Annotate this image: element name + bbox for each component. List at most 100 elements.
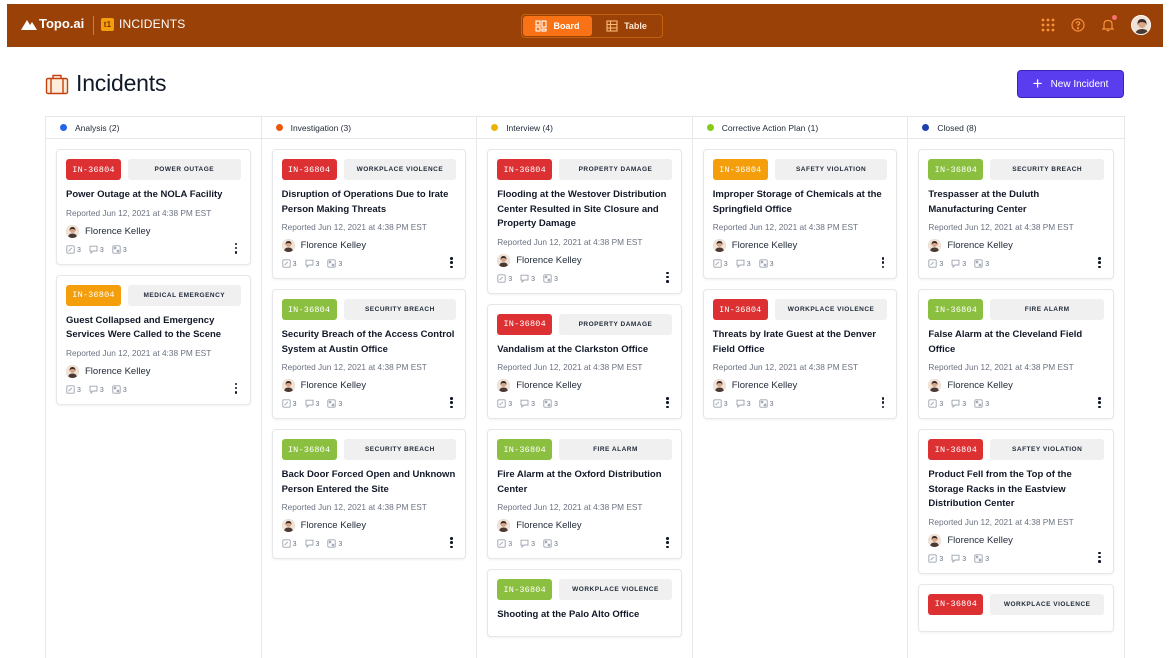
column-header[interactable]: Interview (4) — [477, 117, 692, 139]
incident-card[interactable]: IN-36804 FIRE ALARM False Alarm at the Cle… — [918, 289, 1114, 419]
attachment-count: 3 — [497, 399, 512, 410]
incident-card[interactable]: IN-36804 WORKPLACE VIOLENCE Threats by Ira… — [702, 289, 898, 419]
task-icon — [543, 539, 552, 550]
more-options-icon[interactable] — [450, 257, 453, 268]
assignee[interactable]: Florence Kelley — [281, 379, 457, 392]
table-view-button[interactable]: Table — [592, 16, 661, 36]
assignee-name: Florence Kelley — [731, 240, 798, 251]
more-options-icon[interactable] — [234, 382, 238, 394]
incident-title[interactable]: Trespasser at the Duluth Manufacturing C… — [928, 188, 1104, 217]
reported-date: Reported Jun 12, 2021 at 4:38 PM EST — [281, 502, 427, 512]
incident-card[interactable]: IN-36804 WORKPLACE VIOLENCE Shooting at th… — [487, 569, 682, 637]
incident-card[interactable]: IN-36804 SECURITY BREACH Trespasser at the… — [918, 149, 1114, 279]
comment-count-value: 3 — [99, 246, 104, 254]
brand-logo[interactable]: Topo.ai — [21, 16, 84, 31]
incident-title[interactable]: Power Outage at the NOLA Facility — [66, 188, 241, 203]
apps-grid-icon[interactable] — [1041, 18, 1055, 32]
incident-title[interactable]: Vandalism at the Clarkston Office — [497, 343, 672, 358]
incident-title[interactable]: Guest Collapsed and Emergency Services W… — [66, 314, 241, 343]
comment-count-value: 3 — [962, 401, 967, 408]
assignee[interactable]: Florence Kelley — [66, 364, 241, 378]
column-header[interactable]: Corrective Action Plan (1) — [692, 117, 908, 139]
assignee[interactable]: Florence Kelley — [712, 379, 888, 392]
more-options-icon[interactable] — [1098, 397, 1101, 408]
more-options-icon[interactable] — [666, 537, 669, 548]
module-name: INCIDENTS — [119, 17, 186, 31]
card-stats: 3 3 3 — [281, 539, 457, 550]
attachment-count-value: 3 — [292, 401, 297, 408]
assignee[interactable]: Florence Kelley — [281, 239, 457, 252]
incident-card[interactable]: IN-36804 SAFTEY VIOLATION Product Fell fro… — [918, 429, 1114, 574]
more-options-icon[interactable] — [666, 271, 669, 283]
bell-icon[interactable] — [1101, 15, 1117, 32]
incident-card[interactable]: IN-36804 WORKPLACE VIOLENCE Disruption of … — [271, 149, 467, 279]
board-view-button[interactable]: Board — [523, 16, 592, 36]
category-badge: WORKPLACE VIOLENCE — [990, 593, 1104, 615]
incident-card[interactable]: IN-36804 WORKPLACE VIOLENCE — [918, 583, 1114, 632]
incident-title[interactable]: Shooting at the Palo Alto Office — [497, 608, 672, 623]
assignee-name: Florence Kelley — [516, 380, 582, 391]
column-0: Analysis (2) IN-36804 POWER OUTAGE Power Ou… — [46, 117, 262, 658]
assignee[interactable]: Florence Kelley — [928, 533, 1104, 547]
column-4: Closed (8) IN-36804 SECURITY BREACH Trespas… — [908, 117, 1124, 658]
more-options-icon[interactable] — [666, 397, 669, 408]
incident-title[interactable]: False Alarm at the Cleveland Field Offic… — [928, 328, 1104, 357]
notification-dot — [1112, 15, 1117, 20]
assignee[interactable]: Florence Kelley — [66, 224, 241, 238]
incident-id-badge: IN-36804 — [281, 159, 337, 180]
attachment-count: 3 — [281, 259, 297, 270]
more-options-icon[interactable] — [881, 257, 885, 268]
new-incident-button[interactable]: + New Incident — [1017, 70, 1124, 98]
category-badge: FIRE ALARM — [990, 299, 1104, 320]
incident-card[interactable]: IN-36804 POWER OUTAGE Power Outage at the … — [56, 149, 251, 265]
assignee[interactable]: Florence Kelley — [928, 239, 1104, 252]
board-icon — [535, 20, 548, 32]
incident-card[interactable]: IN-36804 SECURITY BREACH Back Door Forced … — [271, 429, 467, 559]
comment-count-value: 3 — [962, 261, 967, 268]
comment-icon — [520, 539, 529, 550]
incident-title[interactable]: Security Breach of the Access Control Sy… — [282, 328, 457, 357]
comment-icon — [89, 245, 98, 256]
incident-title[interactable]: Flooding at the Westover Distribution Ce… — [497, 188, 672, 232]
incident-id-badge: IN-36804 — [66, 284, 121, 306]
incident-title[interactable]: Back Door Forced Open and Unknown Person… — [282, 468, 457, 497]
column-header[interactable]: Closed (8) — [908, 117, 1124, 139]
incident-title[interactable]: Fire Alarm at the Oxford Distribution Ce… — [497, 468, 672, 497]
more-options-icon[interactable] — [1098, 551, 1101, 563]
incident-card[interactable]: IN-36804 SECURITY BREACH Security Breach o… — [271, 289, 467, 419]
column-header[interactable]: Investigation (3) — [261, 117, 477, 139]
incident-title[interactable]: Threats by Irate Guest at the Denver Fie… — [713, 328, 888, 357]
tag-row: IN-36804 POWER OUTAGE — [66, 159, 241, 180]
incident-title[interactable]: Improper Storage of Chemicals at the Spr… — [713, 188, 888, 217]
assignee[interactable]: Florence Kelley — [497, 253, 672, 267]
more-options-icon[interactable] — [450, 397, 453, 408]
more-options-icon[interactable] — [1098, 257, 1101, 268]
user-avatar[interactable] — [1131, 15, 1151, 35]
incident-card[interactable]: IN-36804 MEDICAL EMERGENCY Guest Collapsed… — [56, 274, 251, 405]
assignee[interactable]: Florence Kelley — [928, 379, 1104, 392]
category-badge: FIRE ALARM — [559, 439, 672, 460]
comment-icon — [736, 259, 745, 270]
attachment-count: 3 — [281, 399, 297, 410]
column-title: Analysis (2) — [75, 122, 120, 133]
incident-title[interactable]: Disruption of Operations Due to Irate Pe… — [282, 188, 457, 217]
more-options-icon[interactable] — [234, 242, 238, 254]
column-header[interactable]: Analysis (2) — [46, 117, 261, 139]
incident-card[interactable]: IN-36804 FIRE ALARM Fire Alarm at the Oxfo… — [487, 429, 682, 559]
assignee[interactable]: Florence Kelley — [281, 519, 457, 532]
task-count-value: 3 — [769, 261, 774, 268]
assignee[interactable]: Florence Kelley — [497, 379, 672, 392]
tag-row: IN-36804 WORKPLACE VIOLENCE — [712, 299, 888, 320]
more-options-icon[interactable] — [450, 537, 453, 548]
assignee[interactable]: Florence Kelley — [497, 519, 672, 532]
incident-card[interactable]: IN-36804 PROPERTY DAMAGE Vandalism at the … — [487, 303, 682, 419]
attachment-icon — [713, 259, 722, 270]
help-icon[interactable] — [1071, 18, 1085, 32]
incident-title[interactable]: Product Fell from the Top of the Storage… — [928, 468, 1104, 512]
assignee[interactable]: Florence Kelley — [712, 239, 888, 252]
incident-card[interactable]: IN-36804 SAFETY VIOLATION Improper Storage… — [702, 149, 898, 279]
more-options-icon[interactable] — [881, 397, 885, 408]
module-switcher[interactable]: t1 INCIDENTS — [101, 17, 185, 31]
comment-count-value: 3 — [962, 555, 967, 563]
incident-card[interactable]: IN-36804 PROPERTY DAMAGE Flooding at the W… — [487, 149, 682, 294]
